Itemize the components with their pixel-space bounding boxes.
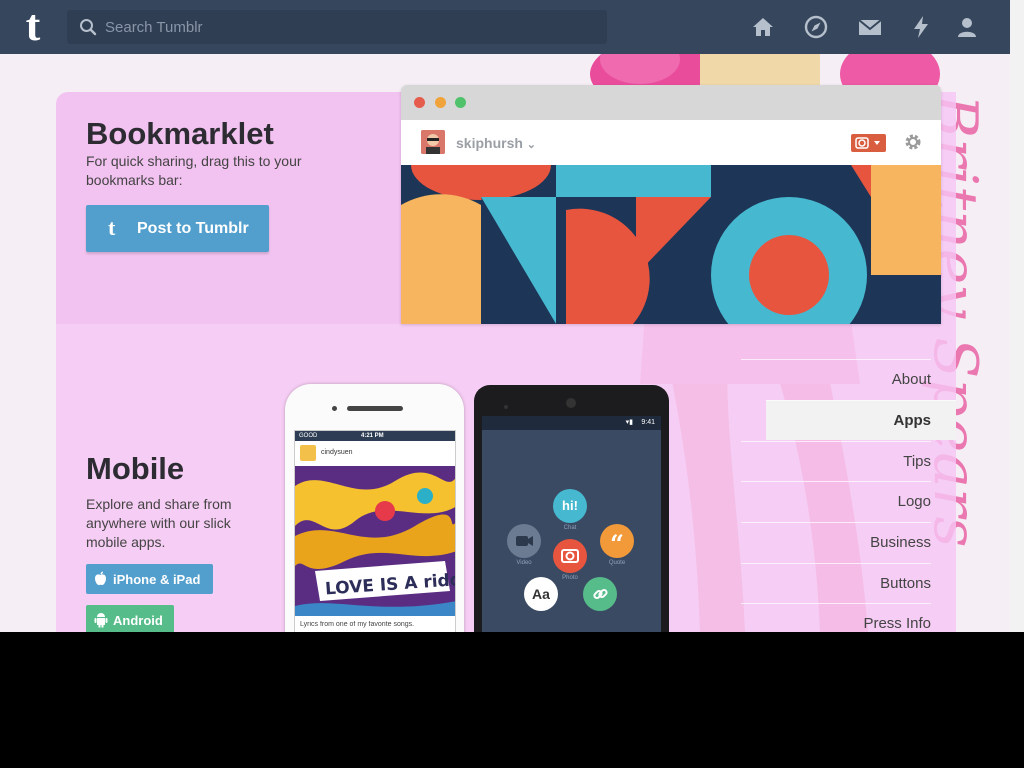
camera-icon (561, 549, 579, 563)
minimize-dot-icon (435, 97, 446, 108)
android-button[interactable]: Android (86, 605, 174, 632)
post-artwork: LOVE IS A riddle (295, 466, 455, 616)
carrier-label: GOOD (299, 433, 318, 439)
iphone-ipad-label: iPhone & iPad (113, 572, 201, 587)
chat-post-button[interactable]: hi! (553, 489, 587, 523)
side-nav-buttons[interactable]: Buttons (741, 563, 931, 603)
side-nav-logo[interactable]: Logo (741, 481, 931, 521)
browser-preview: skiphursh ⌄ (401, 85, 941, 324)
link-post-button[interactable] (583, 577, 617, 611)
search-input[interactable] (105, 16, 585, 38)
apple-icon (95, 571, 106, 586)
quote-bubble-label: “ (610, 529, 624, 558)
gear-icon[interactable] (904, 133, 922, 151)
android-mockup: 9:41 ▾▮ hi! Chat Video Photo “ Quote Aa (474, 385, 669, 632)
post-username[interactable]: cindysuen (321, 449, 353, 456)
iphone-ipad-button[interactable]: iPhone & iPad (86, 564, 213, 594)
iphone-screen: GOOD 4:21 PM cindysuen LOVE IS A riddle … (294, 430, 456, 632)
post-caption: Lyrics from one of my favorite songs. (300, 621, 415, 628)
post-to-tumblr-button[interactable]: t Post to Tumblr (86, 205, 269, 252)
explore-icon[interactable] (803, 14, 829, 40)
panel-right-edge (941, 92, 956, 324)
search-icon (80, 19, 97, 36)
video-caption: Video (516, 560, 532, 566)
iphone-speaker (347, 406, 403, 411)
android-label: Android (113, 613, 163, 628)
home-icon[interactable] (750, 14, 776, 40)
chat-bubble-label: hi! (562, 498, 578, 513)
tumblr-logo-icon[interactable]: t (16, 4, 50, 48)
side-nav-about[interactable]: About (741, 359, 931, 399)
android-sensor (504, 405, 508, 409)
text-bubble-label: Aa (532, 586, 550, 602)
activity-icon[interactable] (908, 14, 934, 40)
chat-caption: Chat (563, 525, 577, 531)
search-box[interactable] (67, 10, 607, 44)
video-camera-icon (516, 536, 533, 546)
blog-artwork (401, 165, 941, 324)
post-header: cindysuen (295, 441, 455, 465)
maximize-dot-icon (455, 97, 466, 108)
android-screen: 9:41 ▾▮ hi! Chat Video Photo “ Quote Aa (482, 416, 661, 632)
page-viewport: Britney Spears Bookmarklet For quick sha… (0, 0, 1024, 632)
avatar (421, 130, 445, 154)
iphone-mockup: GOOD 4:21 PM cindysuen LOVE IS A riddle … (285, 384, 464, 632)
quote-caption: Quote (608, 560, 626, 566)
photo-post-button[interactable] (851, 134, 886, 152)
signal-icon: ▾▮ (625, 419, 633, 426)
iphone-camera (332, 406, 337, 411)
inbox-icon[interactable] (857, 14, 883, 40)
photo-post-button[interactable] (553, 539, 587, 573)
android-time: 9:41 (641, 419, 655, 426)
side-nav-press-info[interactable]: Press Info (741, 603, 931, 632)
text-post-button[interactable]: Aa (524, 577, 558, 611)
account-icon[interactable] (954, 14, 980, 40)
browser-titlebar (401, 85, 941, 120)
blog-username[interactable]: skiphursh ⌄ (456, 135, 536, 151)
scrollbar[interactable] (1010, 0, 1024, 632)
bookmarklet-title: Bookmarklet (86, 116, 274, 151)
android-icon (94, 613, 108, 628)
tumblr-logo-icon: t (108, 215, 116, 240)
side-nav-business[interactable]: Business (741, 522, 931, 562)
android-camera (566, 398, 576, 408)
bookmarklet-description: For quick sharing, drag this to your boo… (86, 153, 302, 188)
iphone-status-bar: GOOD 4:21 PM (295, 431, 455, 441)
side-nav-apps[interactable]: Apps (766, 400, 956, 440)
link-icon (593, 588, 608, 600)
post-to-tumblr-label: Post to Tumblr (137, 220, 249, 237)
top-navigation-bar: t (0, 0, 1010, 54)
android-status-bar: 9:41 ▾▮ (482, 416, 661, 430)
mobile-title: Mobile (86, 451, 185, 486)
iphone-time: 4:21 PM (361, 433, 384, 439)
side-nav-tips[interactable]: Tips (741, 441, 931, 481)
video-post-button[interactable] (507, 524, 541, 558)
close-dot-icon (414, 97, 425, 108)
quote-post-button[interactable]: “ (600, 524, 634, 558)
mobile-description: Explore and share from anywhere with our… (86, 496, 232, 550)
avatar (300, 445, 316, 461)
blog-header: skiphursh ⌄ (401, 120, 941, 165)
